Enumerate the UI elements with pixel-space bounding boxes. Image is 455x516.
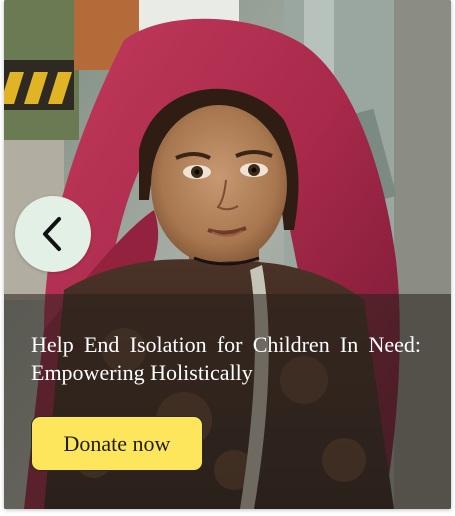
chevron-left-icon bbox=[43, 217, 61, 251]
donate-button[interactable]: Donate now bbox=[31, 416, 203, 471]
hero-headline: Help End Isolation for Children In Need:… bbox=[31, 332, 421, 385]
hero-card: Help End Isolation for Children In Need:… bbox=[4, 0, 451, 509]
caption-overlay bbox=[4, 294, 451, 509]
back-button[interactable] bbox=[15, 196, 91, 272]
